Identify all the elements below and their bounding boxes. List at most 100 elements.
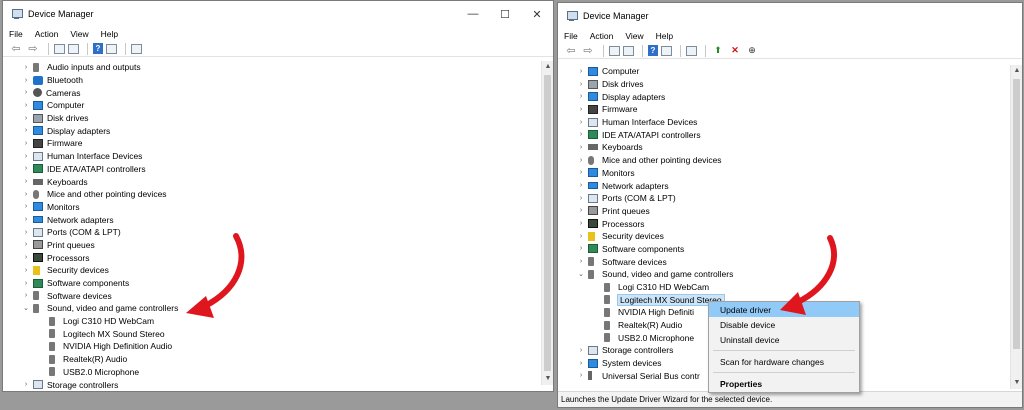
vertical-scrollbar[interactable]: ▲ ▼ [541,61,553,385]
chevron-right-icon[interactable]: › [576,258,586,265]
chevron-right-icon[interactable]: › [21,102,31,109]
category-disk-drives[interactable]: › Disk drives [3,112,541,125]
category-firmware[interactable]: › Firmware [558,103,1010,116]
chevron-right-icon[interactable]: › [576,144,586,151]
menu-action[interactable]: Action [35,29,59,39]
chevron-right-icon[interactable]: › [21,191,31,198]
chevron-right-icon[interactable]: › [576,119,586,126]
chevron-right-icon[interactable]: › [21,241,31,248]
category-software-components[interactable]: › Software components [3,277,541,290]
category-processors[interactable]: › Processors [558,217,1010,230]
device-item-logi-c310-hd-webcam[interactable]: Logi C310 HD WebCam [3,315,541,328]
scroll-thumb[interactable] [1013,79,1020,349]
close-button[interactable]: ✕ [521,1,553,27]
chevron-right-icon[interactable]: › [576,220,586,227]
scroll-down-icon[interactable]: ▼ [542,373,553,385]
menu-item-scan-for-hardware-changes[interactable]: Scan for hardware changes [709,354,859,369]
monitor-icon[interactable] [686,45,697,56]
category-security-devices[interactable]: › Security devices [558,230,1010,243]
category-keyboards[interactable]: › Keyboards [558,141,1010,154]
chevron-right-icon[interactable]: › [576,131,586,138]
chevron-right-icon[interactable]: › [21,140,31,147]
chevron-right-icon[interactable]: › [21,89,31,96]
show-hide-console-tree-icon[interactable] [68,43,79,54]
category-monitors[interactable]: › Monitors [558,167,1010,180]
menu-view[interactable]: View [625,31,643,41]
chevron-right-icon[interactable]: › [21,292,31,299]
chevron-right-icon[interactable]: › [21,381,31,388]
category-storage-controllers[interactable]: › Storage controllers [3,378,541,391]
chevron-right-icon[interactable]: › [576,68,586,75]
chevron-right-icon[interactable]: › [21,127,31,134]
device-item-logitech-mx-sound-stereo[interactable]: Logitech MX Sound Stereo [3,327,541,340]
category-ide-ata-atapi-controllers[interactable]: › IDE ATA/ATAPI controllers [558,128,1010,141]
chevron-right-icon[interactable]: › [576,372,586,379]
scroll-up-icon[interactable]: ▲ [1011,65,1022,77]
category-network-adapters[interactable]: › Network adapters [3,213,541,226]
minimize-button[interactable]: — [457,1,489,27]
category-processors[interactable]: › Processors [3,251,541,264]
chevron-right-icon[interactable]: › [576,207,586,214]
chevron-right-icon[interactable]: › [576,93,586,100]
back-arrow-icon[interactable]: ⇦ [564,45,578,57]
properties-icon[interactable] [609,45,620,56]
menu-help[interactable]: Help [101,29,118,39]
menu-item-update-driver[interactable]: Update driver [709,302,859,317]
monitor-icon[interactable] [131,43,142,54]
chevron-right-icon[interactable]: › [21,267,31,274]
menu-item-properties[interactable]: Properties [709,376,859,391]
chevron-right-icon[interactable]: › [21,115,31,122]
category-security-devices[interactable]: › Security devices [3,264,541,277]
back-arrow-icon[interactable]: ⇦ [9,43,23,55]
chevron-right-icon[interactable]: › [576,360,586,367]
category-monitors[interactable]: › Monitors [3,201,541,214]
scan-hardware-icon[interactable]: ⊕ [745,45,759,57]
category-firmware[interactable]: › Firmware [3,137,541,150]
action-pane-icon[interactable] [106,43,117,54]
help-icon[interactable]: ? [648,45,658,56]
scroll-down-icon[interactable]: ▼ [1011,377,1022,389]
category-print-queues[interactable]: › Print queues [3,239,541,252]
device-item-realtek-r-audio[interactable]: Realtek(R) Audio [3,353,541,366]
category-software-components[interactable]: › Software components [558,243,1010,256]
category-bluetooth[interactable]: › Bluetooth [3,74,541,87]
chevron-right-icon[interactable]: › [21,165,31,172]
scroll-thumb[interactable] [544,75,551,371]
category-software-devices[interactable]: › Software devices [558,255,1010,268]
vertical-scrollbar[interactable]: ▲ ▼ [1010,65,1022,389]
category-sound-video-and-game-controllers[interactable]: ⌄ Sound, video and game controllers [558,268,1010,281]
chevron-down-icon[interactable]: ⌄ [576,270,586,278]
device-item-nvidia-high-definition-audio[interactable]: NVIDIA High Definition Audio [3,340,541,353]
category-display-adapters[interactable]: › Display adapters [558,90,1010,103]
properties-icon[interactable] [54,43,65,54]
category-human-interface-devices[interactable]: › Human Interface Devices [3,150,541,163]
category-display-adapters[interactable]: › Display adapters [3,124,541,137]
menu-item-uninstall-device[interactable]: Uninstall device [709,332,859,347]
maximize-button[interactable]: ☐ [489,1,521,27]
chevron-right-icon[interactable]: › [576,81,586,88]
category-network-adapters[interactable]: › Network adapters [558,179,1010,192]
chevron-right-icon[interactable]: › [576,233,586,240]
forward-arrow-icon[interactable]: ⇨ [26,43,40,55]
chevron-right-icon[interactable]: › [21,77,31,84]
category-cameras[interactable]: › Cameras [3,86,541,99]
category-mice-and-other-pointing-devices[interactable]: › Mice and other pointing devices [558,154,1010,167]
category-print-queues[interactable]: › Print queues [558,205,1010,218]
forward-arrow-icon[interactable]: ⇨ [581,45,595,57]
chevron-right-icon[interactable]: › [21,153,31,160]
category-software-devices[interactable]: › Software devices [3,289,541,302]
chevron-right-icon[interactable]: › [576,169,586,176]
menu-view[interactable]: View [70,29,88,39]
chevron-right-icon[interactable]: › [21,178,31,185]
chevron-down-icon[interactable]: ⌄ [21,304,31,312]
category-mice-and-other-pointing-devices[interactable]: › Mice and other pointing devices [3,188,541,201]
menu-file[interactable]: File [9,29,23,39]
chevron-right-icon[interactable]: › [576,245,586,252]
chevron-right-icon[interactable]: › [576,347,586,354]
chevron-right-icon[interactable]: › [21,229,31,236]
device-item-logi-c310-hd-webcam[interactable]: Logi C310 HD WebCam [558,281,1010,294]
chevron-right-icon[interactable]: › [21,64,31,71]
category-human-interface-devices[interactable]: › Human Interface Devices [558,116,1010,129]
menu-file[interactable]: File [564,31,578,41]
category-ide-ata-atapi-controllers[interactable]: › IDE ATA/ATAPI controllers [3,163,541,176]
